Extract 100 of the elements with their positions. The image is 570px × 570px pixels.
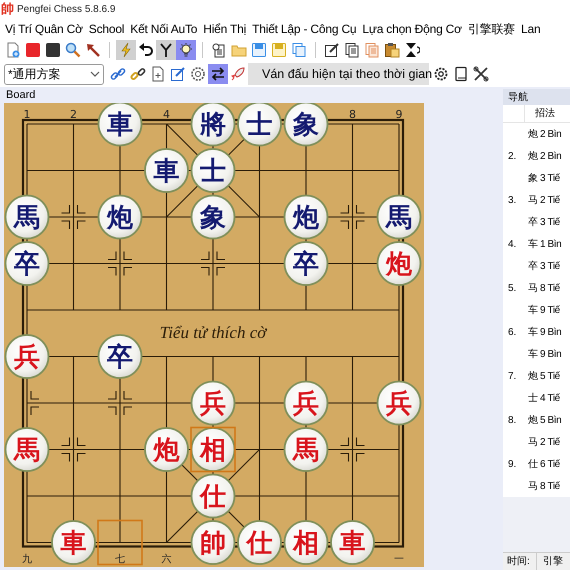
- chess-piece[interactable]: 炮: [284, 194, 328, 240]
- move-entry[interactable]: 仕 6 Tiế: [528, 456, 560, 472]
- move-entry[interactable]: 炮 2 Bìn: [528, 126, 562, 142]
- menu-item[interactable]: Hiển Thị: [203, 20, 246, 38]
- chess-piece[interactable]: 兵: [284, 380, 328, 426]
- save-icon: [271, 42, 287, 58]
- menu-item[interactable]: Lan: [521, 20, 540, 38]
- chess-piece[interactable]: 相: [284, 520, 328, 565]
- menu-item[interactable]: Thiết Lập - Công Cụ: [252, 20, 356, 38]
- toolbar-button[interactable]: [156, 40, 176, 60]
- chess-piece[interactable]: 兵: [190, 380, 236, 426]
- move-entry[interactable]: 车 9 Tiế: [528, 302, 560, 318]
- move-entry[interactable]: 马 8 Tiế: [528, 280, 560, 296]
- file-label: 8: [349, 108, 356, 121]
- chess-piece[interactable]: 炮: [98, 194, 142, 240]
- file-label: 9: [396, 108, 402, 121]
- chess-piece[interactable]: 兵: [4, 334, 50, 379]
- chess-piece[interactable]: 馬: [284, 427, 328, 472]
- document-icon: [150, 66, 166, 82]
- search-icon: [65, 42, 81, 58]
- chess-piece[interactable]: 士: [237, 103, 282, 146]
- chess-piece[interactable]: 將: [190, 103, 236, 146]
- toolbar-button[interactable]: [382, 40, 402, 60]
- flip-icon: [404, 42, 420, 58]
- menu-item[interactable]: Lựa chọn Động Cơ: [362, 20, 462, 38]
- panel-title: 导航: [508, 90, 528, 104]
- chess-piece[interactable]: 炮: [144, 427, 189, 472]
- move-entry[interactable]: 马 8 Tiế: [528, 478, 560, 494]
- chess-piece[interactable]: 馬: [4, 194, 50, 240]
- move-entry[interactable]: 象 3 Tiế: [528, 170, 560, 186]
- chess-piece[interactable]: 車: [51, 520, 96, 565]
- move-number: 3.: [507, 194, 518, 208]
- toolbar-button[interactable]: [176, 40, 196, 60]
- chess-piece[interactable]: 相: [190, 426, 236, 472]
- chess-piece[interactable]: 象: [190, 194, 236, 240]
- move-entry[interactable]: 炮 5 Tiế: [528, 368, 560, 384]
- time-label: 时间:: [503, 552, 537, 570]
- move-entry[interactable]: 炮 2 Bìn: [528, 148, 562, 164]
- chess-piece[interactable]: 馬: [4, 427, 50, 472]
- chess-piece[interactable]: 炮: [376, 241, 422, 286]
- link-icon: [110, 66, 126, 82]
- move-entry[interactable]: 车 9 Bìn: [528, 346, 562, 362]
- scheme-dropdown[interactable]: *通用方案: [4, 64, 104, 84]
- app-icon: 帥: [1, 3, 14, 16]
- move-number: 8.: [507, 414, 518, 428]
- menu-item[interactable]: School: [88, 20, 124, 38]
- move-entry[interactable]: 马 2 Tiế: [528, 434, 560, 450]
- move-entry[interactable]: 车 1 Bìn: [528, 236, 562, 252]
- link-icon: [130, 66, 146, 82]
- chess-piece[interactable]: 仕: [237, 520, 282, 565]
- chess-piece[interactable]: 帥: [190, 520, 236, 565]
- chess-piece[interactable]: 車: [98, 103, 142, 146]
- pages-icon: [344, 42, 360, 58]
- move-number: 5.: [507, 282, 518, 296]
- move-entry[interactable]: 车 9 Bìn: [528, 324, 562, 340]
- board-title: Board: [6, 88, 36, 103]
- move-entry[interactable]: 卒 3 Tiế: [528, 258, 560, 274]
- paste-icon: [384, 42, 400, 58]
- file-label: 2: [70, 108, 77, 121]
- chess-piece[interactable]: 仕: [190, 474, 236, 518]
- menu-item[interactable]: Kết Nối AuTo: [130, 20, 198, 38]
- file-label: 六: [162, 554, 172, 565]
- toolbar-button[interactable]: [43, 40, 63, 60]
- file-label: 九: [22, 554, 32, 565]
- river-text: Tiểu tử thích cờ: [160, 323, 266, 342]
- bulb-icon: [178, 42, 194, 58]
- fork-icon: [158, 42, 174, 58]
- chess-piece[interactable]: 馬: [376, 194, 422, 240]
- toolbar-button[interactable]: [208, 64, 228, 84]
- arrow-icon: [85, 42, 101, 58]
- window-title: Pengfei Chess 5.8.6.9: [17, 3, 116, 17]
- status-panel: Ván đấu hiện tại theo thời gian: [248, 63, 429, 85]
- menu-item[interactable]: Vị Trí Quân Cờ: [5, 20, 83, 38]
- move-entry[interactable]: 马 2 Tiế: [528, 192, 560, 208]
- move-entry[interactable]: 卒 3 Tiế: [528, 214, 560, 230]
- rocket-icon: [230, 66, 246, 82]
- copy-icon: [291, 42, 307, 58]
- move-number: 9.: [507, 458, 518, 472]
- undo-icon: [138, 42, 154, 58]
- move-entry[interactable]: 炮 5 Bìn: [528, 412, 562, 428]
- edit-icon: [324, 42, 340, 58]
- chess-piece[interactable]: 士: [190, 148, 236, 193]
- file-label: 七: [115, 554, 125, 565]
- chess-piece[interactable]: 象: [284, 103, 328, 146]
- chess-piece[interactable]: 卒: [284, 241, 328, 286]
- file-label: 一: [394, 554, 404, 565]
- engine-tab[interactable]: 引擎: [537, 552, 563, 570]
- settings-icon: [433, 66, 449, 82]
- cog-icon: [190, 66, 206, 82]
- chess-piece[interactable]: 兵: [376, 380, 422, 426]
- tools-icon: [473, 66, 489, 82]
- chess-piece[interactable]: 卒: [4, 241, 50, 286]
- toolbar-button[interactable]: [471, 64, 491, 84]
- chess-piece[interactable]: 卒: [98, 334, 142, 379]
- square-icon: [45, 42, 61, 58]
- move-entry[interactable]: 士 4 Tiế: [528, 390, 560, 406]
- file-label: 4: [163, 108, 170, 121]
- chess-piece[interactable]: 車: [330, 520, 375, 565]
- chess-piece[interactable]: 車: [144, 148, 189, 193]
- menu-item[interactable]: 引擎联赛: [468, 20, 516, 38]
